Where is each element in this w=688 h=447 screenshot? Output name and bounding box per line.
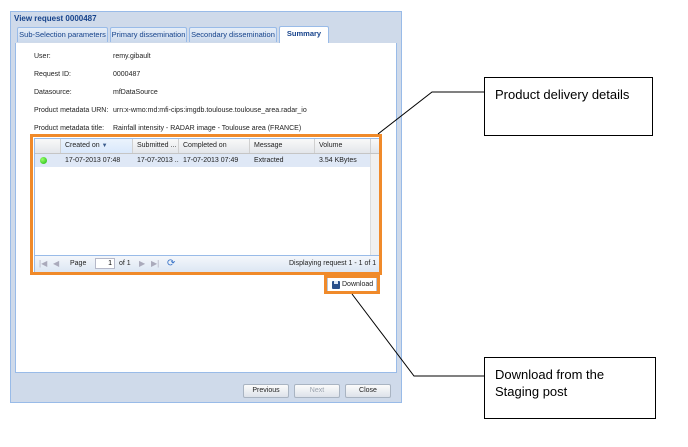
callout-download-staging: Download from the Staging post — [484, 357, 656, 419]
callout-product-delivery: Product delivery details — [484, 77, 653, 136]
